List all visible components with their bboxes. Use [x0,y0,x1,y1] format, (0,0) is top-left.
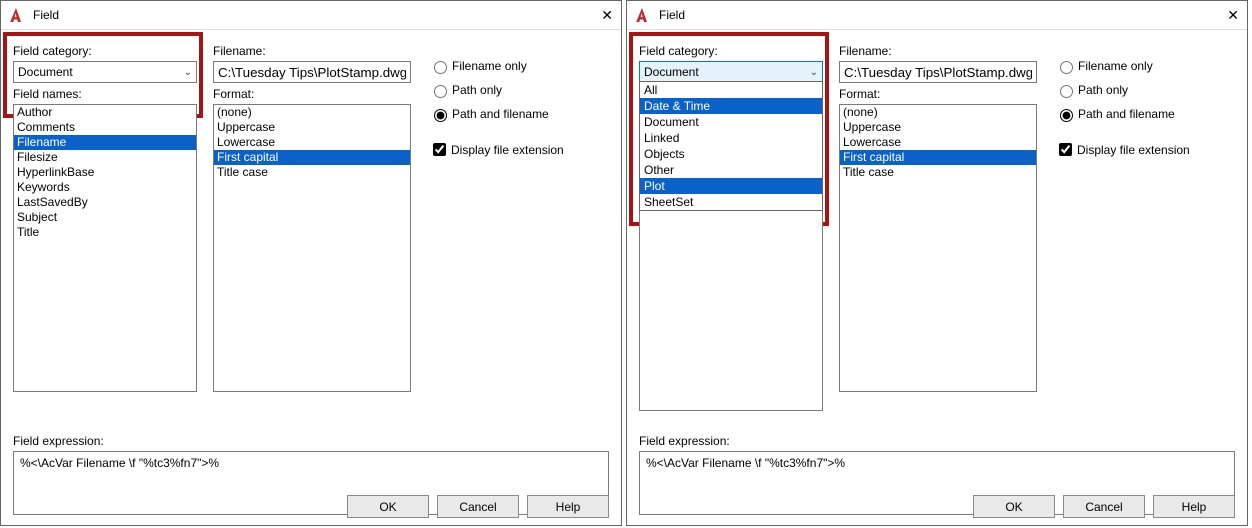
filename-label: Filename: [839,44,1039,58]
chevron-down-icon: ⌄ [810,67,818,78]
field-names-listbox[interactable]: AuthorCommentsFilenameFilesizeHyperlinkB… [13,104,197,392]
titlebar: Field ✕ [1,1,621,30]
list-item[interactable]: Filesize [14,150,196,165]
list-item[interactable]: Uppercase [840,120,1036,135]
list-item[interactable]: LastSavedBy [14,195,196,210]
chevron-down-icon: ⌄ [184,67,192,78]
field-dialog-right: Field ✕ Field category: Document ⌄ AllDa… [626,0,1248,526]
help-button[interactable]: Help [527,495,609,518]
field-category-value: Document [644,65,699,79]
field-category-select[interactable]: Document ⌄ AllDate & TimeDocumentLinkedO… [639,61,823,83]
list-item[interactable]: Uppercase [214,120,410,135]
list-item[interactable]: Lowercase [840,135,1036,150]
format-label: Format: [213,87,413,101]
list-item[interactable]: Title [14,225,196,240]
path-only-radio[interactable] [1060,85,1073,98]
list-item[interactable]: Title case [840,165,1036,180]
dialog-title: Field [33,8,59,22]
list-item[interactable]: First capital [840,150,1036,165]
help-button[interactable]: Help [1153,495,1235,518]
display-file-extension-label: Display file extension [451,143,564,157]
path-only-label: Path only [452,83,502,97]
dropdown-option[interactable]: Plot [640,178,822,194]
filename-only-label: Filename only [1078,59,1153,73]
field-expression-label: Field expression: [13,434,609,448]
path-and-filename-label: Path and filename [452,107,549,121]
dropdown-option[interactable]: Document [640,114,822,130]
dialog-title: Field [659,8,685,22]
field-category-dropdown-list[interactable]: AllDate & TimeDocumentLinkedObjectsOther… [639,81,823,211]
field-category-select[interactable]: Document ⌄ [13,61,197,83]
dropdown-option[interactable]: Other [640,162,822,178]
dropdown-option[interactable]: Date & Time [640,98,822,114]
field-names-listbox[interactable] [639,209,823,411]
field-names-label: Field names: [13,87,203,101]
path-only-label: Path only [1078,83,1128,97]
list-item[interactable]: Lowercase [214,135,410,150]
dropdown-option[interactable]: SheetSet [640,194,822,210]
filename-only-label: Filename only [452,59,527,73]
path-and-filename-radio[interactable] [434,109,447,122]
autocad-icon [9,7,25,23]
display-file-extension-checkbox[interactable] [1059,143,1072,156]
format-listbox[interactable]: (none)UppercaseLowercaseFirst capitalTit… [213,104,411,392]
list-item[interactable]: (none) [214,105,410,120]
filename-input[interactable] [213,61,411,83]
format-listbox[interactable]: (none)UppercaseLowercaseFirst capitalTit… [839,104,1037,392]
format-label: Format: [839,87,1039,101]
path-and-filename-radio[interactable] [1060,109,1073,122]
field-dialog-left: Field ✕ Field category: Document ⌄ Field… [0,0,622,526]
cancel-button[interactable]: Cancel [1063,495,1145,518]
filename-input[interactable] [839,61,1037,83]
dropdown-option[interactable]: Linked [640,130,822,146]
close-icon[interactable]: ✕ [1227,7,1239,24]
list-item[interactable]: Keywords [14,180,196,195]
field-category-value: Document [18,65,73,79]
list-item[interactable]: Subject [14,210,196,225]
display-file-extension-checkbox[interactable] [433,143,446,156]
cancel-button[interactable]: Cancel [437,495,519,518]
filename-only-radio[interactable] [1060,61,1073,74]
ok-button[interactable]: OK [347,495,429,518]
list-item[interactable]: (none) [840,105,1036,120]
list-item[interactable]: Title case [214,165,410,180]
dropdown-option[interactable]: Objects [640,146,822,162]
field-category-label: Field category: [13,44,203,58]
field-expression-label: Field expression: [639,434,1235,448]
autocad-icon [635,7,651,23]
filename-only-radio[interactable] [434,61,447,74]
ok-button[interactable]: OK [973,495,1055,518]
dropdown-option[interactable]: All [640,82,822,98]
list-item[interactable]: Filename [14,135,196,150]
list-item[interactable]: HyperlinkBase [14,165,196,180]
display-file-extension-label: Display file extension [1077,143,1190,157]
path-only-radio[interactable] [434,85,447,98]
list-item[interactable]: Author [14,105,196,120]
list-item[interactable]: Comments [14,120,196,135]
titlebar: Field ✕ [627,1,1247,30]
close-icon[interactable]: ✕ [601,7,613,24]
filename-label: Filename: [213,44,413,58]
field-category-label: Field category: [639,44,829,58]
list-item[interactable]: First capital [214,150,410,165]
path-and-filename-label: Path and filename [1078,107,1175,121]
